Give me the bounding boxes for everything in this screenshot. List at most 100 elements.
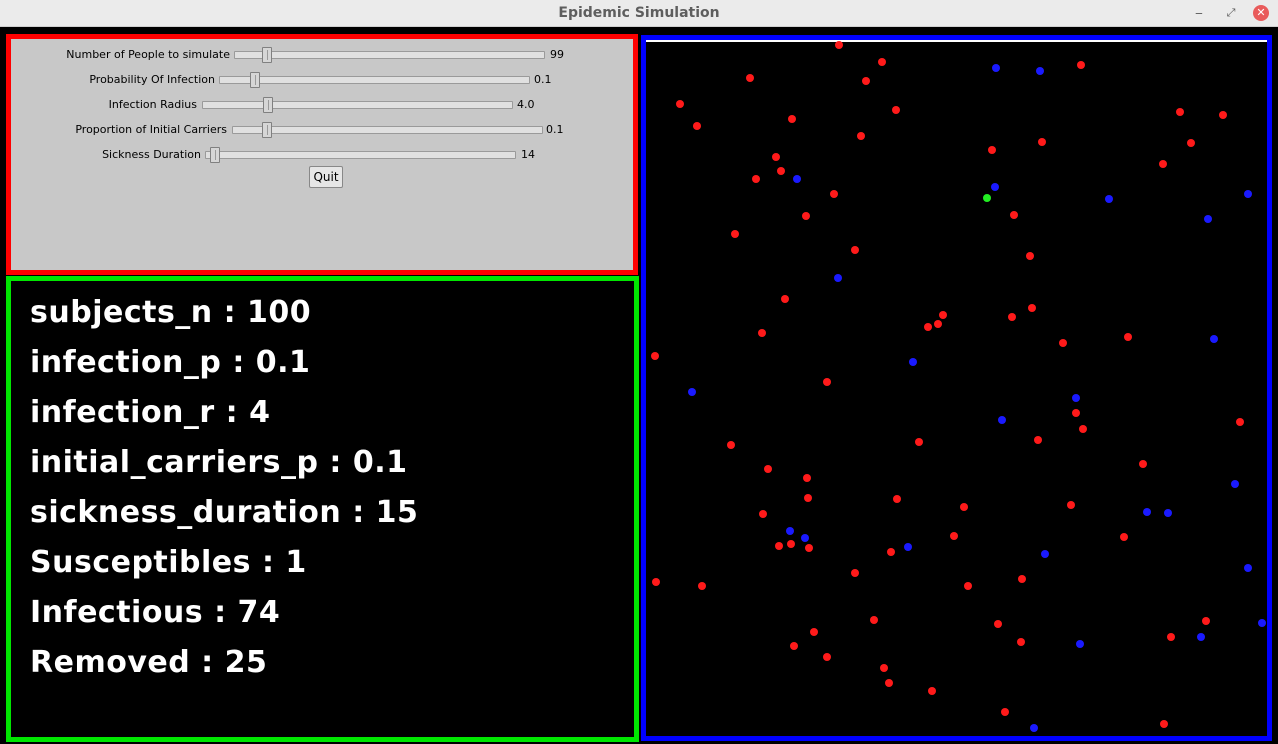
infectious-agent: [880, 664, 888, 672]
removed-agent: [1210, 335, 1218, 343]
slider-infection-radius-handle[interactable]: [263, 97, 273, 113]
infectious-agent: [939, 311, 947, 319]
infectious-agent: [1072, 409, 1080, 417]
infectious-agent: [777, 167, 785, 175]
removed-agent: [1076, 640, 1084, 648]
stat-subjects-n: subjects_n : 100: [30, 295, 312, 330]
infectious-agent: [924, 323, 932, 331]
slider-sickness-duration-label: Sickness Duration: [102, 148, 201, 161]
infectious-agent: [1167, 633, 1175, 641]
slider-infection-prob-label: Probability Of Infection: [89, 73, 215, 86]
stat-initial-carriers-p: initial_carriers_p : 0.1: [30, 445, 408, 480]
infectious-agent: [805, 544, 813, 552]
quit-button[interactable]: Quit: [309, 166, 343, 188]
infectious-agent: [823, 653, 831, 661]
removed-agent: [998, 416, 1006, 424]
infectious-agent: [1077, 61, 1085, 69]
infectious-agent: [885, 679, 893, 687]
removed-agent: [1041, 550, 1049, 558]
slider-initial-carriers-value: 0.1: [546, 123, 564, 136]
infectious-agent: [651, 352, 659, 360]
slider-sickness-duration-handle[interactable]: [210, 147, 220, 163]
stats-panel: subjects_n : 100 infection_p : 0.1 infec…: [6, 276, 639, 742]
infectious-agent: [878, 58, 886, 66]
infectious-agent: [1010, 211, 1018, 219]
removed-agent: [1036, 67, 1044, 75]
infectious-agent: [804, 494, 812, 502]
infectious-agent: [787, 540, 795, 548]
infectious-agent: [759, 510, 767, 518]
infectious-agent: [810, 628, 818, 636]
removed-agent: [991, 183, 999, 191]
removed-agent: [688, 388, 696, 396]
infectious-agent: [1202, 617, 1210, 625]
stat-infection-r: infection_r : 4: [30, 395, 271, 430]
infectious-agent: [928, 687, 936, 695]
slider-sickness-duration: Sickness Duration 14: [11, 146, 633, 163]
infectious-agent: [964, 582, 972, 590]
removed-agent: [1030, 724, 1038, 732]
removed-agent: [1072, 394, 1080, 402]
slider-infection-radius-track[interactable]: [202, 97, 513, 113]
infectious-agent: [1034, 436, 1042, 444]
stat-infectious: Infectious : 74: [30, 595, 281, 630]
infectious-agent: [892, 106, 900, 114]
infectious-agent: [835, 41, 843, 49]
slider-people-label: Number of People to simulate: [66, 48, 230, 61]
infectious-agent: [1067, 501, 1075, 509]
infectious-agent: [781, 295, 789, 303]
infectious-agent: [746, 74, 754, 82]
infectious-agent: [1236, 418, 1244, 426]
stat-infection-p: infection_p : 0.1: [30, 345, 311, 380]
slider-sickness-duration-track[interactable]: [205, 147, 516, 163]
window-title: Epidemic Simulation: [558, 5, 720, 21]
infectious-agent: [727, 441, 735, 449]
slider-infection-prob-track[interactable]: [219, 72, 530, 88]
removed-agent: [786, 527, 794, 535]
infectious-agent: [960, 503, 968, 511]
removed-agent: [1204, 215, 1212, 223]
infectious-agent: [851, 246, 859, 254]
close-icon[interactable]: ✕: [1253, 5, 1269, 21]
infectious-agent: [1160, 720, 1168, 728]
infectious-agent: [1124, 333, 1132, 341]
stat-sickness-duration: sickness_duration : 15: [30, 495, 419, 530]
removed-agent: [793, 175, 801, 183]
removed-agent: [1143, 508, 1151, 516]
removed-agent: [801, 534, 809, 542]
slider-infection-prob-handle[interactable]: [250, 72, 260, 88]
infectious-agent: [830, 190, 838, 198]
minimize-icon[interactable]: ‒: [1189, 3, 1209, 23]
infectious-agent: [915, 438, 923, 446]
infectious-agent: [652, 578, 660, 586]
slider-initial-carriers-track[interactable]: [232, 122, 543, 138]
removed-agent: [992, 64, 1000, 72]
infectious-agent: [934, 320, 942, 328]
slider-initial-carriers-handle[interactable]: [262, 122, 272, 138]
infectious-agent: [1017, 638, 1025, 646]
infectious-agent: [1008, 313, 1016, 321]
infectious-agent: [758, 329, 766, 337]
removed-agent: [1164, 509, 1172, 517]
infectious-agent: [893, 495, 901, 503]
slider-infection-radius-label: Infection Radius: [108, 98, 197, 111]
maximize-icon[interactable]: ⤢: [1221, 3, 1241, 23]
removed-agent: [904, 543, 912, 551]
infectious-agent: [752, 175, 760, 183]
infectious-agent: [851, 569, 859, 577]
infectious-agent: [862, 77, 870, 85]
infectious-agent: [1139, 460, 1147, 468]
infectious-agent: [950, 532, 958, 540]
removed-agent: [1197, 633, 1205, 641]
infectious-agent: [802, 212, 810, 220]
slider-infection-prob-value: 0.1: [534, 73, 552, 86]
slider-people-handle[interactable]: [262, 47, 272, 63]
slider-initial-carriers: Proportion of Initial Carriers 0.1: [11, 121, 633, 138]
infectious-agent: [1028, 304, 1036, 312]
window-titlebar: Epidemic Simulation ‒ ⤢ ✕: [0, 0, 1278, 27]
infectious-agent: [1026, 252, 1034, 260]
slider-people-track[interactable]: [234, 47, 545, 63]
infectious-agent: [870, 616, 878, 624]
infectious-agent: [1038, 138, 1046, 146]
simulation-agents: [651, 41, 1266, 732]
